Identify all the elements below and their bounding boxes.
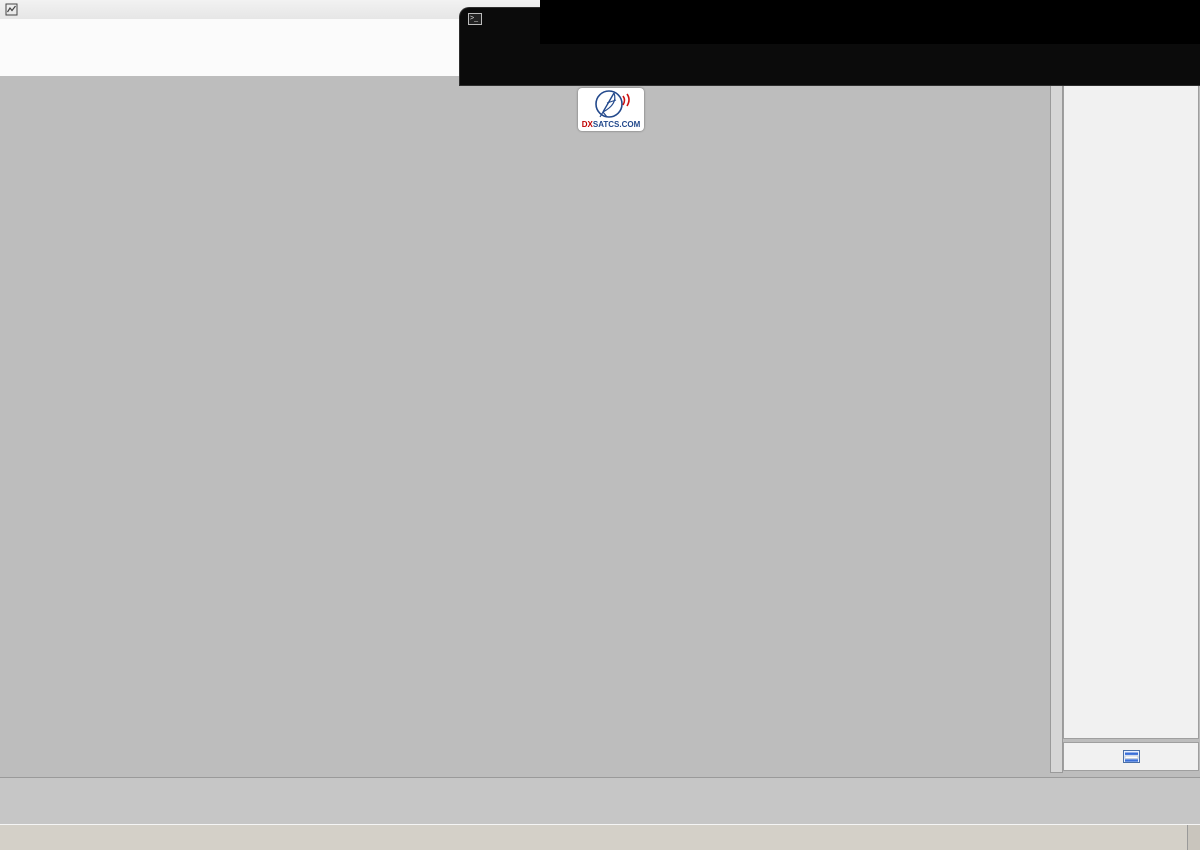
svg-text:DXSATCS.COM: DXSATCS.COM xyxy=(582,120,641,129)
record-device-icon[interactable] xyxy=(1123,750,1140,763)
app-icon xyxy=(5,3,18,16)
signal-parameters-panel xyxy=(1063,84,1199,739)
signal-chart xyxy=(40,130,1050,752)
logo-text-dx: DX xyxy=(582,120,594,129)
console-icon: >_ xyxy=(468,13,482,25)
sidebar-button-box xyxy=(1063,742,1199,771)
statusbar xyxy=(0,824,1200,850)
status-progress-rows xyxy=(0,777,1200,825)
satellite-dish-icon: DXSATCS.COM xyxy=(578,88,644,131)
dxsatcs-logo: DXSATCS.COM xyxy=(578,88,644,131)
world-clocks xyxy=(540,0,1200,44)
panel-divider xyxy=(1050,85,1063,773)
logo-text-rest: SATCS.COM xyxy=(593,120,641,129)
signal-analyzer-app: >_ DXSATCS.COM xyxy=(0,0,1200,850)
terminal-tab[interactable]: >_ xyxy=(468,13,487,25)
statusbar-grip xyxy=(1187,825,1200,850)
tuner-header-panel xyxy=(0,19,462,76)
